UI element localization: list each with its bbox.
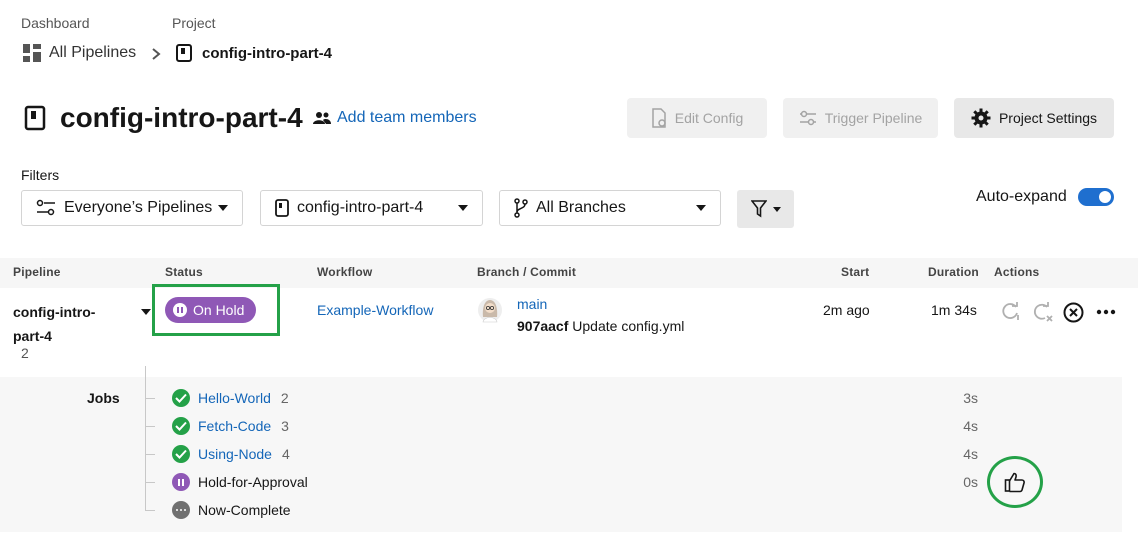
job-name[interactable]: Using-Node (198, 446, 272, 462)
advanced-filter-button[interactable] (737, 190, 794, 228)
job-tree-tick (145, 398, 155, 399)
breadcrumb-current-project-text: config-intro-part-4 (202, 44, 332, 62)
column-header-pipeline: Pipeline (13, 265, 61, 279)
filters-label: Filters (21, 167, 60, 183)
git-branch-icon (514, 198, 528, 218)
filter-people-icon (36, 199, 55, 216)
caret-down-icon (218, 205, 228, 211)
page-title: config-intro-part-4 (24, 102, 303, 134)
sliders-icon (799, 110, 816, 126)
auto-expand-toggle[interactable] (1078, 188, 1114, 206)
column-header-start: Start (841, 265, 870, 279)
commit-hash: 907aacf (517, 318, 569, 334)
job-item-hold-for-approval[interactable]: Hold-for-Approval (172, 472, 308, 492)
job-duration: 3s (963, 390, 978, 406)
project-settings-button[interactable]: Project Settings (954, 98, 1114, 138)
success-check-icon (172, 389, 190, 407)
thumbs-up-icon[interactable] (1004, 471, 1026, 493)
job-duration: 4s (963, 446, 978, 462)
jobs-label: Jobs (87, 390, 120, 406)
success-check-icon (172, 445, 190, 463)
job-tree-line (145, 366, 146, 510)
pipeline-number: 2 (21, 345, 29, 361)
column-header-status: Status (165, 265, 203, 279)
column-header-duration: Duration (928, 265, 979, 279)
caret-down-icon (772, 206, 781, 212)
job-number: 2 (280, 390, 289, 406)
job-tree-tick (145, 510, 155, 511)
project-filter-value: config-intro-part-4 (297, 199, 424, 216)
caret-down-icon (458, 205, 468, 211)
project-bookmark-icon (24, 105, 46, 131)
funnel-icon (750, 200, 767, 218)
branch-link[interactable]: main (517, 296, 547, 312)
bookmark-icon (176, 44, 192, 62)
expand-caret-icon[interactable] (141, 309, 151, 315)
job-number: 4 (281, 446, 290, 462)
cancel-icon[interactable] (1063, 302, 1084, 323)
success-check-icon (172, 417, 190, 435)
chevron-right-icon (152, 48, 161, 60)
job-item-using-node[interactable]: Using-Node 4 (172, 444, 290, 464)
job-tree-tick (145, 426, 155, 427)
pipelines-filter-value: Everyone’s Pipelines (64, 199, 213, 216)
job-name: Hold-for-Approval (198, 474, 308, 490)
job-tree-tick (145, 482, 155, 483)
breadcrumb-project-label: Project (172, 15, 216, 31)
breadcrumb-all-pipelines[interactable]: All Pipelines (23, 44, 136, 62)
job-item-now-complete[interactable]: Now-Complete (172, 500, 291, 520)
job-name[interactable]: Hello-World (198, 390, 271, 406)
pending-dots-icon (172, 501, 190, 519)
breadcrumb-current-project[interactable]: config-intro-part-4 (176, 44, 332, 62)
gear-icon (971, 108, 991, 128)
breadcrumb-all-pipelines-text: All Pipelines (49, 44, 137, 61)
commit-message: Update config.yml (572, 318, 685, 334)
status-badge[interactable]: On Hold (165, 297, 257, 323)
pipeline-name[interactable]: config-intro- part-4 (13, 300, 95, 348)
add-team-members-text: Add team members (337, 109, 477, 126)
trigger-pipeline-button[interactable]: Trigger Pipeline (783, 98, 938, 138)
column-header-actions: Actions (994, 265, 1040, 279)
job-number: 3 (281, 418, 289, 434)
pause-icon (173, 303, 187, 317)
project-settings-label: Project Settings (998, 110, 1098, 126)
branches-filter-value: All Branches (536, 199, 626, 216)
trigger-pipeline-label: Trigger Pipeline (824, 110, 923, 126)
job-tree-tick (145, 454, 155, 455)
edit-config-label: Edit Config (674, 110, 744, 126)
rerun-failed-icon[interactable] (1032, 301, 1054, 323)
file-gear-icon (652, 108, 666, 128)
status-badge-text: On Hold (193, 302, 245, 318)
avatar (478, 298, 502, 323)
pipeline-name-line1: config-intro- (13, 304, 96, 320)
more-options-icon[interactable] (1096, 309, 1116, 315)
breadcrumb-dashboard-label: Dashboard (21, 15, 90, 31)
page-title-text: config-intro-part-4 (60, 102, 303, 133)
workflow-link[interactable]: Example-Workflow (317, 302, 433, 318)
column-header-branch-commit: Branch / Commit (477, 265, 577, 279)
pipeline-start: 2m ago (823, 302, 870, 318)
commit-info[interactable]: 907aacf Update config.yml (517, 318, 684, 334)
pipelines-filter-dropdown[interactable]: Everyone’s Pipelines (21, 190, 243, 226)
job-name[interactable]: Fetch-Code (198, 418, 271, 434)
auto-expand-label: Auto-expand (976, 188, 1067, 205)
job-name: Now-Complete (198, 502, 291, 518)
people-icon (313, 112, 331, 124)
job-duration: 4s (963, 418, 978, 434)
job-duration: 0s (963, 474, 978, 490)
job-item-hello-world[interactable]: Hello-World 2 (172, 388, 289, 408)
project-filter-dropdown[interactable]: config-intro-part-4 (260, 190, 483, 226)
branches-filter-dropdown[interactable]: All Branches (499, 190, 721, 226)
job-item-fetch-code[interactable]: Fetch-Code 3 (172, 416, 289, 436)
edit-config-button[interactable]: Edit Config (627, 98, 767, 138)
rerun-icon[interactable] (1001, 301, 1021, 321)
add-team-members-link[interactable]: Add team members (313, 109, 477, 127)
bookmark-icon (275, 199, 289, 217)
on-hold-pause-icon (172, 473, 190, 491)
caret-down-icon (696, 205, 706, 211)
pipeline-duration: 1m 34s (931, 302, 977, 318)
column-header-workflow: Workflow (317, 265, 373, 279)
dashboard-grid-icon (23, 44, 41, 62)
